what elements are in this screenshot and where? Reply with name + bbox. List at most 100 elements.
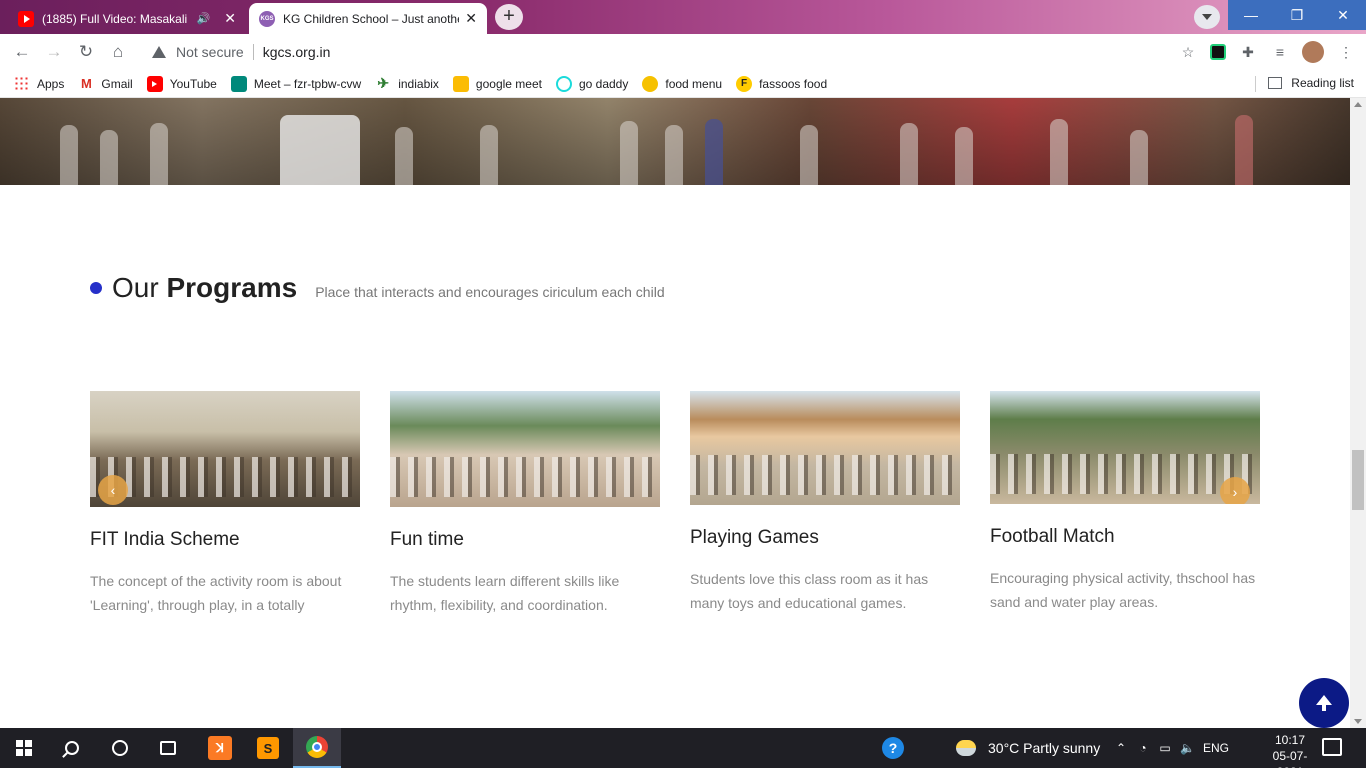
battery-icon[interactable]: ▭ [1158,741,1172,755]
program-image: ‹ [90,391,360,507]
system-tray: ⌃ ◔ ▭ 🔈 ENG [1114,728,1229,768]
sublime-app[interactable]: S [244,728,292,768]
godaddy-icon [555,75,572,92]
scroll-to-top-button[interactable] [1299,678,1349,728]
program-image [690,391,960,505]
program-image [390,391,660,507]
close-window-button[interactable]: ✕ [1320,0,1366,30]
programs-carousel: ‹ FIT India Scheme The concept of the ac… [90,391,1260,631]
chrome-app[interactable] [293,728,341,768]
bookmark-meet[interactable]: Meet – fzr-tpbw-cvw [230,75,361,92]
search-button[interactable] [48,728,96,768]
sublime-text-icon: S [257,737,279,759]
clock-date: 05-07-2021 [1272,749,1308,768]
network-icon[interactable]: ◔ [1136,741,1150,755]
language-indicator[interactable]: ENG [1203,741,1229,755]
program-card[interactable]: ‹ FIT India Scheme The concept of the ac… [90,391,360,617]
scrollbar-thumb[interactable] [1352,450,1364,510]
bookmark-gmail[interactable]: M Gmail [78,76,133,92]
page-content: Our Programs Place that interacts and en… [0,98,1350,728]
xampp-app[interactable]: ꓘ [196,728,244,768]
extensions-puzzle-icon[interactable]: ✚ [1238,42,1258,62]
url-text[interactable]: kgcs.org.in [263,44,331,60]
bookmark-indiabix[interactable]: ✈ indiabix [375,75,439,92]
partly-sunny-icon [956,740,976,756]
bookmark-label: fassoos food [759,76,828,91]
carousel-prev-button[interactable]: ‹ [98,475,128,505]
windows-logo-icon [16,740,32,756]
indiabix-icon: ✈ [377,75,390,91]
close-tab-icon[interactable]: ✕ [224,10,236,27]
bookmark-label: go daddy [578,76,629,91]
cortana-button[interactable] [96,728,144,768]
tab-title: KG Children School – Just anothe [283,11,460,26]
bookmark-fassoos[interactable]: Ffassoos food [736,75,828,92]
security-status[interactable]: Not secure [176,44,244,60]
page-scrollbar[interactable] [1350,98,1366,728]
tab-youtube[interactable]: (1885) Full Video: Masakali | M 🔊 ✕ [8,3,246,34]
address-bar[interactable]: Not secure kgcs.org.in [140,38,1200,66]
weather-text: 30°C Partly sunny [988,740,1101,756]
bookmark-star-icon[interactable]: ☆ [1178,42,1198,62]
clock[interactable]: 10:17 05-07-2021 [1262,732,1318,768]
warning-icon [152,46,166,58]
new-tab-button[interactable]: + [495,4,523,30]
scroll-up-arrow-icon[interactable] [1354,102,1362,107]
notification-center-icon[interactable] [1322,738,1342,756]
program-card[interactable]: › Football Match Encouraging physical ac… [990,391,1260,614]
tab-title: (1885) Full Video: Masakali | M [42,11,189,26]
program-description: Encouraging physical activity, thschool … [990,570,1256,610]
help-icon[interactable]: ? [882,737,904,759]
program-card[interactable]: Playing Games Students love this class r… [690,391,960,615]
bookmarks-bar: Apps M Gmail YouTube Meet – fzr-tpbw-cvw … [0,70,1366,98]
youtube-favicon-icon [18,10,34,27]
program-description: The students learn different skills like… [390,573,620,613]
bookmark-food-menu[interactable]: food menu [642,75,722,92]
task-view-button[interactable] [144,728,192,768]
forward-icon[interactable]: → [43,41,65,63]
chevron-up-icon[interactable]: ⌃ [1114,741,1128,755]
kgcs-favicon-icon: KGS [259,10,275,27]
extension-icon[interactable] [1210,44,1226,60]
scroll-down-arrow-icon[interactable] [1354,719,1362,724]
browser-toolbar: ← → ↻ ⌂ Not secure kgcs.org.in ☆ ✚ ≡ ⋮ [0,34,1366,70]
reading-list-button[interactable]: Reading list [1268,76,1354,90]
bookmark-google-meet[interactable]: google meet [452,75,542,92]
bookmark-apps[interactable]: Apps [14,75,65,92]
media-control-icon[interactable]: ≡ [1270,42,1290,62]
toolbar-icons: ☆ ✚ ≡ ⋮ [1178,41,1356,63]
windows-taskbar: ꓘ S ? 30°C Partly sunny ⌃ ◔ ▭ 🔈 ENG 10:1… [0,728,1366,768]
profile-avatar[interactable] [1302,41,1324,63]
home-icon[interactable]: ⌂ [107,41,129,63]
section-title: Our Programs [112,272,297,304]
tab-search-icon[interactable] [1194,5,1220,29]
task-view-icon [160,741,176,755]
bookmark-godaddy[interactable]: go daddy [555,75,629,92]
menu-kebab-icon[interactable]: ⋮ [1336,42,1356,62]
close-tab-icon[interactable]: ✕ [465,10,477,27]
gmail-icon: M [80,76,92,91]
back-icon[interactable]: ← [11,41,33,63]
youtube-icon [146,75,163,92]
divider [1255,76,1256,92]
bookmark-youtube[interactable]: YouTube [146,75,217,92]
start-button[interactable] [0,728,48,768]
carousel-next-button[interactable]: › [1220,477,1250,504]
program-title[interactable]: Football Match [990,526,1260,548]
restore-button[interactable]: ❐ [1274,0,1320,30]
program-title[interactable]: Playing Games [690,527,960,549]
program-title[interactable]: Fun time [390,529,660,551]
section-heading: Our Programs Place that interacts and en… [90,272,665,304]
program-title[interactable]: FIT India Scheme [90,529,360,551]
program-card[interactable]: Fun time The students learn different sk… [390,391,660,617]
volume-icon[interactable]: 🔈 [1180,741,1195,755]
speaker-icon[interactable]: 🔊 [197,12,211,25]
divider [252,44,254,60]
reload-icon[interactable]: ↻ [75,41,97,63]
bookmark-label: google meet [475,76,542,91]
tab-kgcs[interactable]: KGS KG Children School – Just anothe ✕ [249,3,487,34]
weather-widget[interactable]: 30°C Partly sunny [956,728,1100,768]
bookmark-label: Apps [37,76,65,91]
reading-list-icon [1268,77,1283,89]
minimize-button[interactable]: — [1228,0,1274,30]
